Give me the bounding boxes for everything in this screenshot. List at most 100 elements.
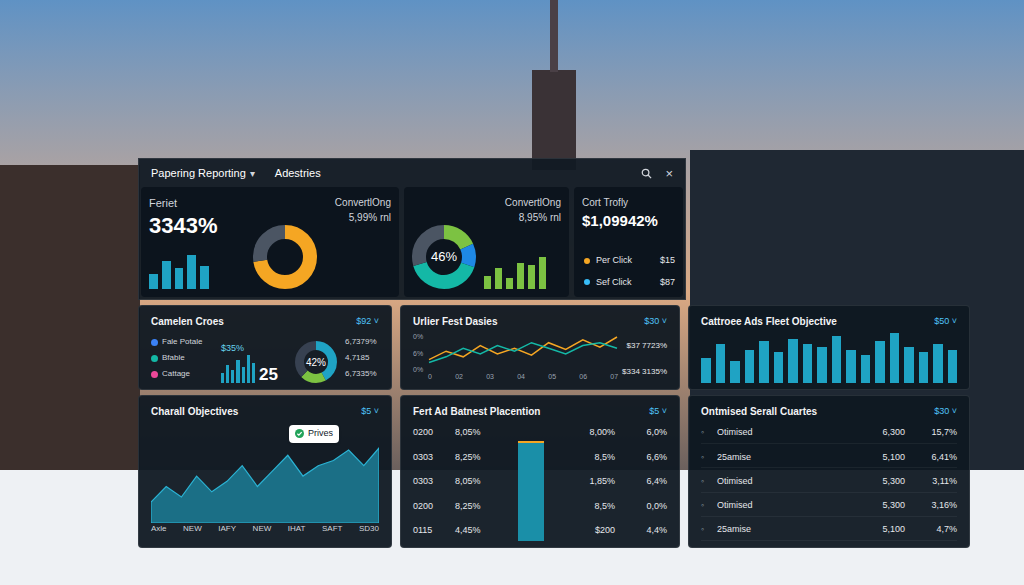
period-dropdown[interactable]: $5 ˅ <box>649 405 667 419</box>
x-axis: 0020304050607 <box>428 373 618 380</box>
bar <box>745 350 755 383</box>
bar <box>701 358 711 383</box>
row-value: 6,300 <box>845 426 905 440</box>
table-cell: 8,25% <box>455 451 509 465</box>
card-right: ConvertlOng5,99% rnl <box>249 195 391 289</box>
list-row[interactable]: ◦Otimised5,3003,16% <box>701 496 957 517</box>
cost-value: $87 <box>660 276 675 290</box>
bar <box>484 276 491 289</box>
table-row[interactable]: 02008,05% <box>413 423 509 443</box>
period-dropdown[interactable]: $30 ˅ <box>934 405 957 419</box>
placement-panel: Fert Ad Batnest Placention $5 ˅ 02008,05% 0… <box>400 395 680 548</box>
table-cell: 8,00% <box>553 426 615 440</box>
table-row[interactable]: 8,00%6,0% <box>553 423 667 443</box>
line-series <box>429 337 617 360</box>
table-row[interactable]: $2004,4% <box>553 521 667 541</box>
left-buildings <box>0 165 140 475</box>
period-dropdown[interactable]: $92 ˅ <box>356 315 379 329</box>
table-cell: 6,4% <box>615 475 667 489</box>
table-cell: 8,5% <box>553 500 615 514</box>
list-row[interactable]: ◦Otimised5,3003,11% <box>701 472 957 493</box>
table-cell: 8,05% <box>455 475 509 489</box>
bar <box>226 365 229 383</box>
list-row[interactable]: ◦25amise5,1006,41% <box>701 447 957 468</box>
value-label: 4,7185 <box>345 352 377 364</box>
legend-item: Bfable <box>151 352 213 364</box>
table-row[interactable]: 02008,25% <box>413 497 509 517</box>
row-percent: 15,7% <box>905 426 957 440</box>
bar <box>221 373 224 383</box>
donut-segment <box>300 346 333 379</box>
period-dropdown[interactable]: $30 ˅ <box>644 315 667 329</box>
table-row[interactable]: 1,85%6,4% <box>553 472 667 492</box>
card-value: 8,95% rnl <box>519 210 561 225</box>
tooltip-text: Prives <box>308 427 333 441</box>
row-value: 5,100 <box>845 451 905 465</box>
bar <box>861 355 871 383</box>
x-tick: 02 <box>455 373 463 380</box>
donut-segment <box>419 232 469 282</box>
bar <box>890 333 900 383</box>
bullet: ◦ <box>701 475 717 489</box>
cost-dot-icon <box>582 277 592 287</box>
y-tick: 0% <box>413 366 424 373</box>
donut-chart <box>253 225 317 289</box>
bar <box>948 350 958 383</box>
card-title: ConvertlOng <box>505 195 561 210</box>
bar <box>247 355 250 383</box>
bar <box>919 352 929 383</box>
legend-swatch <box>151 339 158 346</box>
close-button[interactable]: × <box>665 167 673 180</box>
legend-item: Cattage <box>151 368 213 380</box>
summary-card: Cort Trofly$1,09942%Per Click$15Sef Clic… <box>574 187 683 297</box>
cost-dot-icon <box>582 256 592 266</box>
series-label: $37 7723% <box>627 340 667 352</box>
middle-row: Camelen Croes$92 ˅Fale PotaleBfableCatta… <box>138 305 970 390</box>
x-tick: IAFY <box>218 525 236 533</box>
overall-body: AxleNEWIAFYNEWIHATSAFTSD30Prives <box>151 423 379 541</box>
legend-swatch <box>151 355 158 362</box>
y-axis: 0%6%0% <box>413 333 424 373</box>
bar <box>175 268 184 289</box>
bar <box>231 370 234 383</box>
row-value: 5,300 <box>845 499 905 513</box>
table-row[interactable]: 03038,25% <box>413 448 509 468</box>
table-row[interactable]: 03038,05% <box>413 472 509 492</box>
period-dropdown[interactable]: $50 ˅ <box>934 315 957 329</box>
report-title[interactable]: Papering Reporting <box>151 165 246 182</box>
daily-panel: Urlier Fest Dasies $30 ˅ 0%6%0% 00203040506… <box>400 305 680 390</box>
row-value: 5,300 <box>845 475 905 489</box>
report-tab[interactable]: Adestries <box>275 165 321 182</box>
donut-label: 42% <box>306 355 326 370</box>
donut-center: 42% <box>295 341 337 383</box>
report-caret[interactable]: ▾ <box>250 166 255 181</box>
donut-holder <box>249 225 391 289</box>
row-percent: 3,11% <box>905 475 957 489</box>
donut-segment <box>260 232 310 282</box>
card-subtitle: ConvertlOng <box>335 195 391 210</box>
panel-title: Urlier Fest Dasies <box>413 314 498 329</box>
donut-chart: 46% <box>412 225 476 289</box>
period-dropdown[interactable]: $5 ˅ <box>361 405 379 419</box>
legend-label: Cattage <box>162 368 190 380</box>
panel-title: Fert Ad Batnest Placention <box>413 404 540 419</box>
table-cell: $200 <box>553 524 615 538</box>
check-icon <box>295 429 304 438</box>
value-list: 6,7379%4,71856,7335% <box>345 336 377 380</box>
table-cell: 0,0% <box>615 500 667 514</box>
panel-body: ◦Otimised6,30015,7% ◦25amise5,1006,41% ◦Ot… <box>701 423 957 539</box>
value-label: 6,7335% <box>345 368 377 380</box>
table-row[interactable]: 8,5%0,0% <box>553 497 667 517</box>
table-row[interactable]: 8,5%6,6% <box>553 448 667 468</box>
search-icon[interactable] <box>639 166 653 180</box>
donut-segment <box>419 232 469 282</box>
x-tick: 05 <box>548 373 556 380</box>
table-cell: 4,4% <box>615 524 667 538</box>
table-cell: 4,45% <box>455 524 509 538</box>
table-cell: 6,0% <box>615 426 667 440</box>
donut-segment <box>300 346 333 379</box>
list-row[interactable]: ◦25amise5,1004,7% <box>701 520 957 541</box>
donut-segment <box>419 232 469 282</box>
table-row[interactable]: 01154,45% <box>413 521 509 541</box>
list-row[interactable]: ◦Otimised6,30015,7% <box>701 423 957 444</box>
